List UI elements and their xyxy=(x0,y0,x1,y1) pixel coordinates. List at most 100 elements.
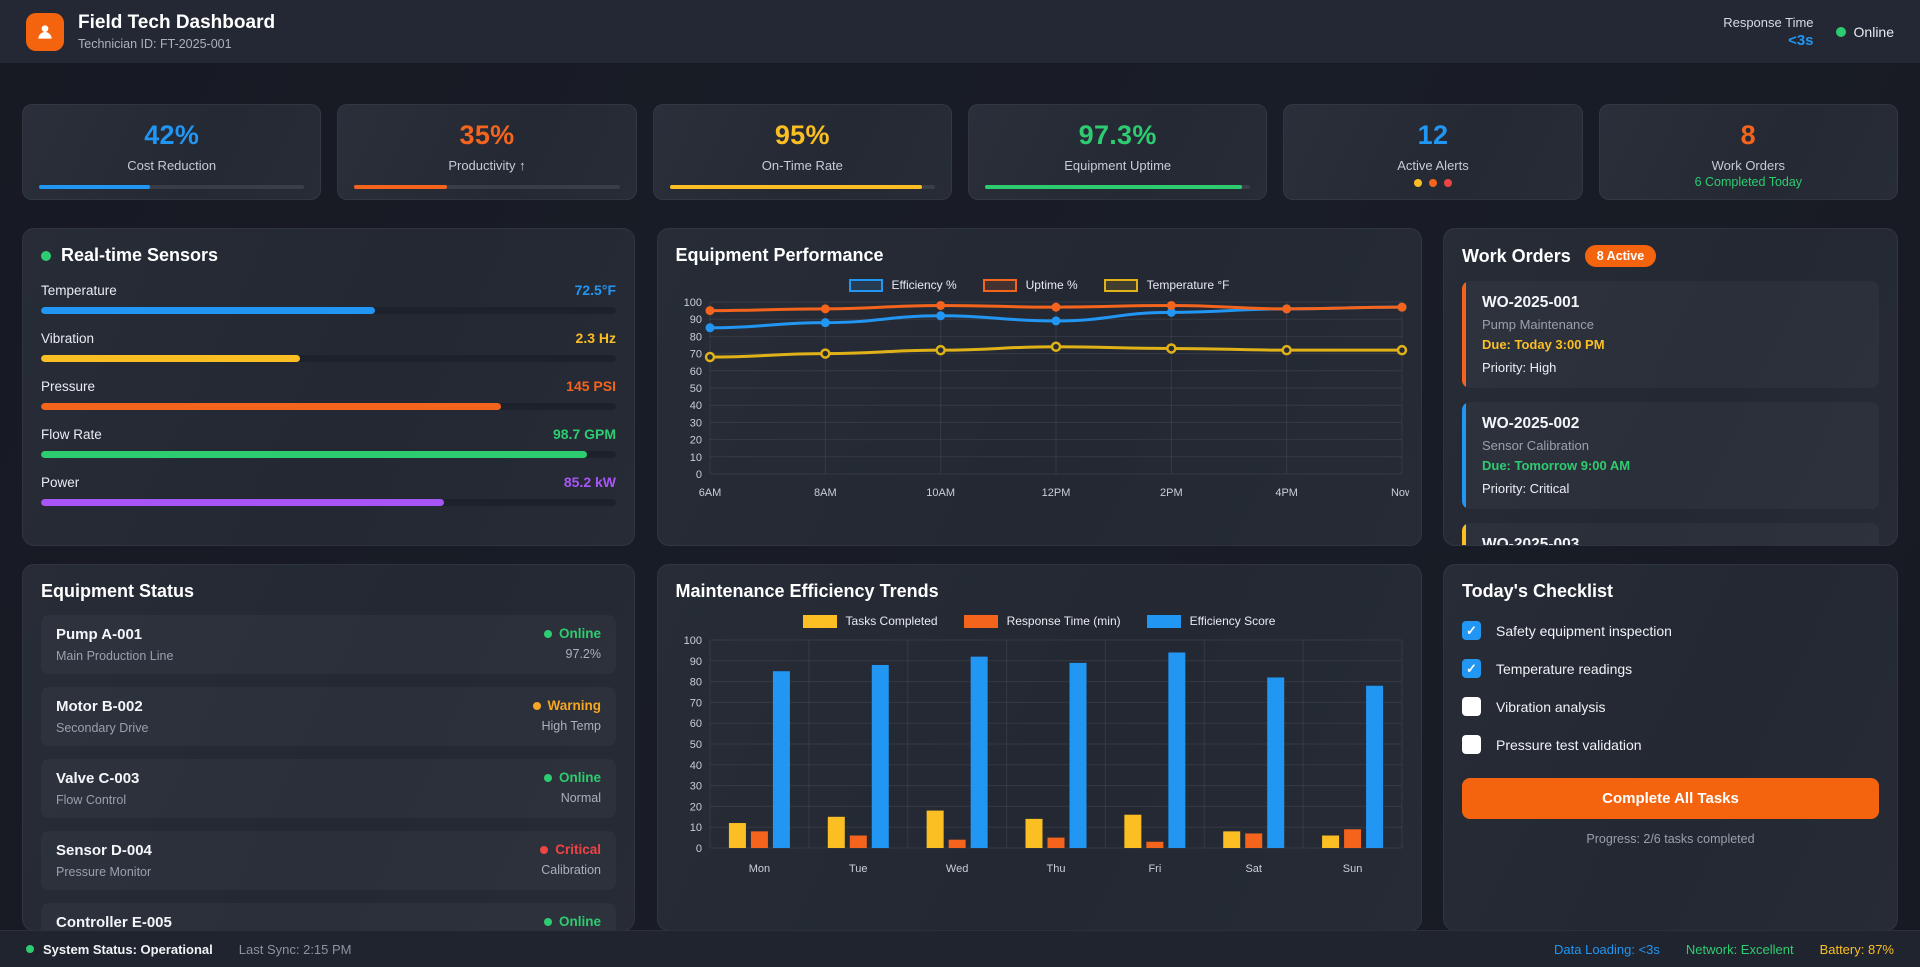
alert-dot xyxy=(1429,179,1437,187)
svg-text:10: 10 xyxy=(689,822,701,834)
system-status: System Status: Operational xyxy=(26,942,213,957)
checkbox[interactable] xyxy=(1462,697,1481,716)
sensor-list: Temperature72.5°FVibration2.3 HzPressure… xyxy=(41,282,616,506)
equipment-row-pump-a-001[interactable]: Pump A-001Main Production LineOnline97.2… xyxy=(41,615,616,674)
equipment-row-controller-e-005[interactable]: Controller E-005System ControlOnlineAll … xyxy=(41,903,616,931)
equipment-row-sensor-d-004[interactable]: Sensor D-004Pressure MonitorCriticalCali… xyxy=(41,831,616,890)
equipment-name: Pump A-001 xyxy=(56,626,173,643)
work-order-list[interactable]: WO-2025-001 Pump Maintenance Due: Today 3:… xyxy=(1462,281,1879,546)
sensor-bar-track xyxy=(41,307,616,314)
checkbox[interactable] xyxy=(1462,735,1481,754)
sensor-label: Vibration xyxy=(41,331,94,346)
svg-text:60: 60 xyxy=(689,718,701,730)
checklist-item-label: Pressure test validation xyxy=(1496,737,1642,753)
kpi-progress-track xyxy=(985,185,1250,189)
priority-accent-bar xyxy=(1462,523,1466,546)
priority-accent-bar xyxy=(1462,402,1466,509)
dashboard-main: 42%Cost Reduction35%Productivity ↑95%On-… xyxy=(0,104,1920,931)
network-quality: Network: Excellent xyxy=(1686,942,1794,957)
equipment-status-list[interactable]: Pump A-001Main Production LineOnline97.2… xyxy=(41,615,616,931)
svg-text:Sun: Sun xyxy=(1342,863,1362,875)
connection-status: Online xyxy=(1836,24,1894,40)
equipment-status-title: Equipment Status xyxy=(41,581,616,602)
svg-text:40: 40 xyxy=(689,760,701,772)
equipment-row-motor-b-002[interactable]: Motor B-002Secondary DriveWarningHigh Te… xyxy=(41,687,616,746)
performance-line-chart: 01020304050607080901006AM8AM10AM12PM2PM4… xyxy=(676,294,1403,513)
complete-all-tasks-button[interactable]: Complete All Tasks xyxy=(1462,778,1879,819)
trends-chart-title: Maintenance Efficiency Trends xyxy=(676,581,1403,602)
work-order-due: Due: Today 3:00 PM xyxy=(1482,337,1865,352)
kpi-card-productivity: 35%Productivity ↑ xyxy=(337,104,636,200)
work-order-task: Pump Maintenance xyxy=(1482,317,1865,332)
equipment-info: Normal xyxy=(544,791,601,805)
response-time-label: Response Time xyxy=(1723,15,1813,30)
trends-bar-chart: 0102030405060708090100MonTueWedThuFriSat… xyxy=(676,630,1403,887)
checklist-item-label: Vibration analysis xyxy=(1496,699,1605,715)
work-order-id: WO-2025-001 xyxy=(1482,294,1865,312)
legend-swatch xyxy=(964,615,998,628)
sensor-row-temperature: Temperature72.5°F xyxy=(41,282,616,314)
kpi-progress-track xyxy=(670,185,935,189)
svg-text:Wed: Wed xyxy=(945,863,967,875)
svg-text:6AM: 6AM xyxy=(698,487,721,499)
checklist-item-safety-equipment-inspection[interactable]: ✓ Safety equipment inspection xyxy=(1462,621,1879,640)
equipment-name: Sensor D-004 xyxy=(56,842,152,859)
status-dot xyxy=(544,918,552,926)
sensor-bar-fill xyxy=(41,307,375,314)
sensor-label: Flow Rate xyxy=(41,427,102,442)
online-status-dot xyxy=(1836,27,1846,37)
svg-text:20: 20 xyxy=(689,435,701,447)
equipment-desc: Main Production Line xyxy=(56,649,173,663)
last-sync: Last Sync: 2:15 PM xyxy=(239,942,352,957)
sensor-label: Power xyxy=(41,475,79,490)
data-loading: Data Loading: <3s xyxy=(1554,942,1660,957)
sensor-bar-track xyxy=(41,403,616,410)
svg-text:4PM: 4PM xyxy=(1275,487,1298,499)
equipment-name: Controller E-005 xyxy=(56,914,172,931)
alert-dot xyxy=(1444,179,1452,187)
equipment-status: Critical xyxy=(540,842,601,857)
checkbox[interactable]: ✓ xyxy=(1462,659,1481,678)
sensor-row-vibration: Vibration2.3 Hz xyxy=(41,330,616,362)
work-order-task: Sensor Calibration xyxy=(1482,438,1865,453)
equipment-desc: Flow Control xyxy=(56,793,139,807)
svg-text:70: 70 xyxy=(689,349,701,361)
sensor-bar-track xyxy=(41,355,616,362)
kpi-label: Cost Reduction xyxy=(127,158,216,173)
dashboard-grid: Real-time Sensors Temperature72.5°FVibra… xyxy=(22,228,1898,931)
svg-text:90: 90 xyxy=(689,656,701,668)
checkbox[interactable]: ✓ xyxy=(1462,621,1481,640)
kpi-label: Equipment Uptime xyxy=(1064,158,1171,173)
kpi-progress-track xyxy=(39,185,304,189)
work-order-card-wo-2025-002[interactable]: WO-2025-002Sensor CalibrationDue: Tomorr… xyxy=(1462,402,1879,509)
svg-text:Fri: Fri xyxy=(1148,863,1161,875)
svg-text:0: 0 xyxy=(695,843,701,855)
svg-text:50: 50 xyxy=(689,739,701,751)
equipment-info: High Temp xyxy=(533,719,602,733)
checklist-item-label: Temperature readings xyxy=(1496,661,1632,677)
equipment-row-valve-c-003[interactable]: Valve C-003Flow ControlOnlineNormal xyxy=(41,759,616,818)
checklist-item-label: Safety equipment inspection xyxy=(1496,623,1672,639)
battery-level: Battery: 87% xyxy=(1820,942,1894,957)
kpi-row: 42%Cost Reduction35%Productivity ↑95%On-… xyxy=(22,104,1898,200)
work-order-due: Due: Tomorrow 9:00 AM xyxy=(1482,458,1865,473)
brand: Field Tech Dashboard Technician ID: FT-2… xyxy=(26,12,275,51)
kpi-value: 42% xyxy=(144,120,199,151)
legend-swatch xyxy=(1104,279,1138,292)
svg-text:30: 30 xyxy=(689,417,701,429)
legend-item-uptime: Uptime % xyxy=(983,278,1078,292)
checklist-progress: Progress: 2/6 tasks completed xyxy=(1462,832,1879,846)
checklist-item-temperature-readings[interactable]: ✓ Temperature readings xyxy=(1462,659,1879,678)
trends-chart-legend: Tasks CompletedResponse Time (min)Effici… xyxy=(676,614,1403,628)
checklist-item-vibration-analysis[interactable]: Vibration analysis xyxy=(1462,697,1879,716)
legend-item-efficiency: Efficiency % xyxy=(849,278,957,292)
svg-text:Sat: Sat xyxy=(1245,863,1262,875)
svg-text:40: 40 xyxy=(689,400,701,412)
kpi-value: 12 xyxy=(1418,120,1449,151)
status-dot xyxy=(544,774,552,782)
work-order-card-wo-2025-001[interactable]: WO-2025-001 Pump Maintenance Due: Today 3:… xyxy=(1462,281,1879,388)
sensor-bar-track xyxy=(41,499,616,506)
equipment-status: Online xyxy=(544,770,601,785)
checklist-item-pressure-test-validation[interactable]: Pressure test validation xyxy=(1462,735,1879,754)
work-order-card-wo-2025-003[interactable]: WO-2025-003Valve InspectionDue: Aug 30, … xyxy=(1462,523,1879,546)
